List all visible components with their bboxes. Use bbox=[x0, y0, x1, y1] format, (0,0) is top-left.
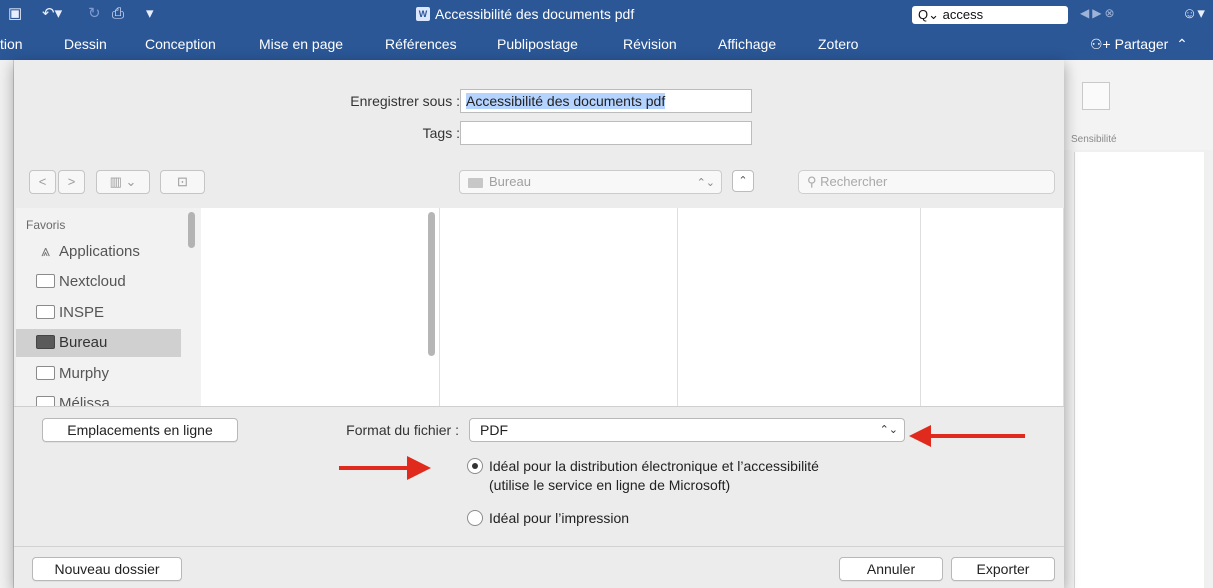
save-as-label: Enregistrer sous : bbox=[350, 93, 460, 109]
save-dialog: Enregistrer sous : Accessibilité des doc… bbox=[14, 60, 1064, 588]
export-button[interactable]: Exporter bbox=[951, 557, 1055, 581]
file-format-select[interactable]: PDF ⌃⌄ bbox=[469, 418, 905, 442]
tab-references[interactable]: Références bbox=[385, 36, 457, 52]
sidebar-item-bureau[interactable]: Bureau bbox=[16, 329, 181, 357]
tab-conception[interactable]: Conception bbox=[145, 36, 216, 52]
magnifier-icon: ⚲ bbox=[807, 174, 817, 189]
folder-icon bbox=[36, 274, 55, 288]
tab-revision[interactable]: Révision bbox=[623, 36, 677, 52]
forward-button[interactable]: > bbox=[58, 170, 85, 194]
save-as-value: Accessibilité des documents pdf bbox=[466, 93, 666, 109]
radio-print[interactable] bbox=[467, 510, 483, 526]
arrow-head bbox=[407, 456, 431, 480]
undo-icon[interactable]: ↶▾ bbox=[42, 5, 62, 23]
radio-selected-dot bbox=[472, 463, 478, 469]
column-1-scrollbar[interactable] bbox=[428, 212, 435, 356]
save-as-field[interactable]: Accessibilité des documents pdf bbox=[460, 89, 752, 113]
search-field[interactable]: ⚲ Rechercher bbox=[798, 170, 1055, 194]
column-view-icon: ▥ ⌄ bbox=[109, 174, 137, 189]
new-folder-button[interactable]: Nouveau dossier bbox=[32, 557, 182, 581]
tab-affichage[interactable]: Affichage bbox=[718, 36, 776, 52]
updown-chevron-icon: ⌃⌄ bbox=[696, 177, 715, 189]
tab-insertion[interactable]: tion bbox=[0, 36, 23, 52]
option-print-label: Idéal pour l’impression bbox=[489, 510, 630, 526]
tab-publipostage[interactable]: Publipostage bbox=[497, 36, 578, 52]
tab-zotero[interactable]: Zotero bbox=[818, 36, 858, 52]
sensitivity-icon[interactable] bbox=[1082, 82, 1110, 110]
desktop-folder-icon bbox=[36, 335, 55, 349]
online-locations-button[interactable]: Emplacements en ligne bbox=[42, 418, 238, 442]
ruler-edge bbox=[0, 60, 14, 588]
add-person-icon: ⚇+ bbox=[1090, 36, 1111, 52]
tags-field[interactable] bbox=[460, 121, 752, 145]
back-button[interactable]: < bbox=[29, 170, 56, 194]
radio-distribution[interactable] bbox=[467, 458, 483, 474]
document-page[interactable] bbox=[1074, 152, 1204, 588]
option-distribution-sublabel: (utilise le service en ligne de Microsof… bbox=[489, 477, 731, 493]
view-mode-button[interactable]: ▥ ⌄ bbox=[96, 170, 150, 194]
sidebar-item-applications[interactable]: ⩓ Applications bbox=[16, 238, 181, 266]
sidebar-item-inspe[interactable]: INSPE bbox=[16, 299, 181, 327]
sensitivity-label: Sensibilité bbox=[1071, 134, 1117, 145]
sidebar-item-melissa[interactable]: Mélissa bbox=[16, 390, 181, 406]
sidebar-heading-favoris: Favoris bbox=[26, 218, 66, 232]
save-icon[interactable]: ▣ bbox=[8, 5, 22, 23]
option-print[interactable]: Idéal pour l’impression bbox=[467, 509, 629, 528]
desktop-folder-icon bbox=[468, 177, 483, 188]
word-doc-icon: W bbox=[416, 7, 430, 21]
document-title: W Accessibilité des documents pdf bbox=[416, 6, 634, 22]
annotation-arrow-format bbox=[909, 425, 1025, 447]
cancel-button[interactable]: Annuler bbox=[839, 557, 943, 581]
folder-icon bbox=[36, 366, 55, 380]
search-document-input[interactable]: Q⌄ access bbox=[912, 6, 1068, 24]
search-navigation-icons[interactable]: ◀▶⊗ bbox=[1080, 6, 1118, 20]
folder-icon bbox=[36, 305, 55, 319]
browser-column-1[interactable] bbox=[201, 208, 440, 406]
arrow-head bbox=[909, 425, 931, 447]
sidebar-scrollbar[interactable] bbox=[188, 212, 195, 248]
sidebar: Favoris ⩓ Applications Nextcloud INSPE Bu… bbox=[16, 208, 201, 406]
browser-column-2[interactable] bbox=[440, 208, 678, 406]
browser-column-4[interactable] bbox=[921, 208, 1064, 406]
option-distribution[interactable]: Idéal pour la distribution électronique … bbox=[467, 457, 819, 495]
sidebar-item-nextcloud[interactable]: Nextcloud bbox=[16, 268, 181, 296]
new-folder-icon: ⊡ bbox=[177, 174, 188, 189]
sidebar-item-murphy[interactable]: Murphy bbox=[16, 360, 181, 388]
chevron-right-icon: > bbox=[67, 174, 76, 189]
search-icon: Q⌄ bbox=[918, 7, 940, 22]
chevron-left-icon: < bbox=[38, 174, 47, 189]
tab-mise-en-page[interactable]: Mise en page bbox=[259, 36, 343, 52]
redo-icon[interactable]: ↻ bbox=[88, 5, 101, 23]
ribbon-tabs: tion Dessin Conception Mise en page Réfé… bbox=[0, 28, 1213, 60]
applications-icon: ⩓ bbox=[40, 243, 51, 260]
format-label: Format du fichier : bbox=[346, 422, 459, 438]
collapse-ribbon-icon[interactable]: ⌃ bbox=[1172, 36, 1188, 52]
browser-column-3[interactable] bbox=[678, 208, 921, 406]
location-popup[interactable]: Bureau ⌃⌄ bbox=[459, 170, 722, 194]
customize-toolbar-icon[interactable]: ▾ bbox=[146, 5, 154, 23]
print-icon[interactable]: ⎙ bbox=[112, 5, 124, 23]
updown-chevron-icon: ⌃⌄ bbox=[879, 424, 898, 436]
word-title-bar: ▣ ↶▾ ↻ ⎙ ▾ W Accessibilité des documents… bbox=[0, 0, 1213, 28]
expand-collapse-button[interactable]: ⌃ bbox=[732, 170, 754, 192]
tags-label: Tags : bbox=[422, 125, 460, 141]
feedback-smiley-icon[interactable]: ☺▾ bbox=[1182, 4, 1205, 22]
share-button[interactable]: ⚇+ Partager ⌃ bbox=[1090, 36, 1188, 53]
tab-dessin[interactable]: Dessin bbox=[64, 36, 107, 52]
new-folder-toolbar-button[interactable]: ⊡ bbox=[160, 170, 205, 194]
option-distribution-label: Idéal pour la distribution électronique … bbox=[489, 458, 819, 474]
chevron-up-icon: ⌃ bbox=[738, 175, 748, 187]
folder-icon bbox=[36, 396, 55, 406]
annotation-arrow-option bbox=[339, 456, 431, 480]
